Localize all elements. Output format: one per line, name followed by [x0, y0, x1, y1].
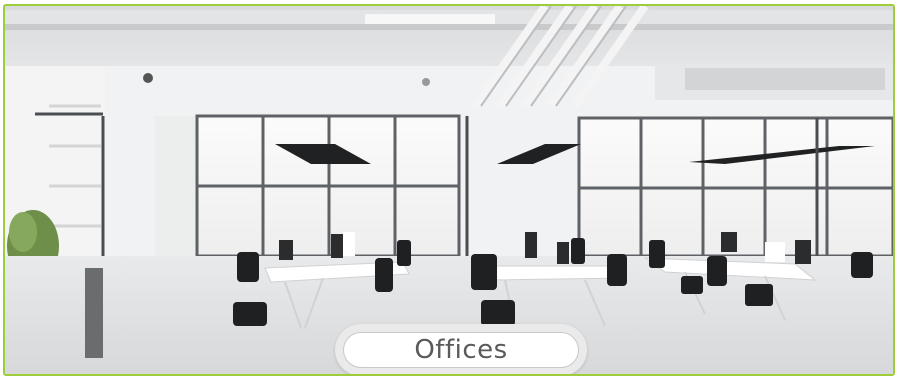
offices-label-inner: Offices — [343, 332, 579, 368]
office-photo — [5, 6, 893, 374]
offices-label: Offices — [414, 335, 508, 365]
office-card[interactable]: Offices — [3, 4, 895, 376]
offices-label-pill[interactable]: Offices — [335, 324, 587, 374]
